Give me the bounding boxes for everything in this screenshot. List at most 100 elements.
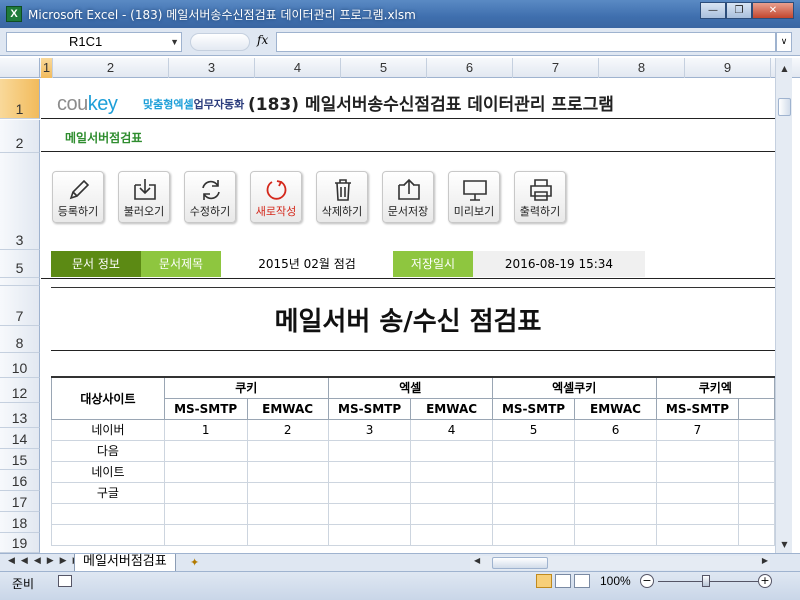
scroll-up-icon[interactable]: ▲ [776, 60, 793, 77]
value-cell[interactable] [246, 460, 329, 483]
formula-bar-splitter[interactable] [190, 33, 250, 51]
value-cell[interactable]: 4 [410, 418, 493, 441]
value-cell[interactable] [574, 502, 657, 525]
site-cell[interactable]: 네이버 [51, 418, 165, 441]
value-cell[interactable] [410, 439, 493, 462]
value-cell[interactable] [163, 481, 248, 504]
excel-app-icon[interactable]: X [6, 6, 22, 22]
value-cell[interactable] [574, 523, 657, 546]
value-cell-cut[interactable] [738, 481, 775, 504]
row-header[interactable]: 12 [0, 378, 40, 403]
value-cell[interactable] [574, 439, 657, 462]
formula-input[interactable] [276, 32, 776, 52]
value-cell[interactable] [163, 460, 248, 483]
row-header[interactable]: 6 [0, 278, 40, 286]
save-button[interactable]: 문서저장 [382, 171, 434, 223]
column-header[interactable]: 1 [41, 58, 53, 78]
value-cell[interactable] [163, 502, 248, 525]
page-break-view-icon[interactable] [574, 574, 590, 588]
value-cell[interactable] [574, 481, 657, 504]
insert-sheet-icon[interactable]: ✦ [190, 556, 208, 569]
zoom-out-icon[interactable]: − [640, 574, 654, 588]
row-header[interactable]: 18 [0, 512, 40, 533]
zoom-slider-thumb[interactable] [702, 575, 710, 587]
row-header[interactable]: 19 [0, 533, 40, 553]
vertical-scroll-thumb[interactable] [778, 98, 791, 116]
page-layout-view-icon[interactable] [555, 574, 571, 588]
column-header[interactable]: 9 [685, 58, 771, 78]
value-cell-cut[interactable] [738, 439, 775, 462]
scroll-right-icon[interactable]: ▶ [762, 556, 768, 565]
value-cell[interactable] [327, 460, 412, 483]
value-cell[interactable] [410, 481, 493, 504]
row-header[interactable]: 7 [0, 286, 40, 326]
value-cell[interactable] [327, 523, 412, 546]
value-cell[interactable] [246, 502, 329, 525]
site-cell[interactable]: 구글 [51, 481, 165, 504]
edit-button[interactable]: 수정하기 [184, 171, 236, 223]
value-cell[interactable] [410, 502, 493, 525]
value-cell-cut[interactable] [738, 523, 775, 546]
value-cell[interactable] [163, 523, 248, 546]
horizontal-scrollbar[interactable]: ◀ ▶ [470, 556, 770, 570]
row-header[interactable]: 2 [0, 120, 40, 153]
value-cell-cut[interactable] [738, 418, 775, 441]
value-cell-cut[interactable] [738, 502, 775, 525]
value-cell[interactable] [246, 439, 329, 462]
print-button[interactable]: 출력하기 [514, 171, 566, 223]
value-cell[interactable] [574, 460, 657, 483]
row-header[interactable]: 15 [0, 449, 40, 470]
preview-button[interactable]: 미리보기 [448, 171, 500, 223]
value-cell[interactable]: 5 [491, 418, 576, 441]
column-header[interactable]: 8 [599, 58, 685, 78]
value-cell[interactable] [491, 523, 576, 546]
value-cell[interactable] [410, 460, 493, 483]
value-cell[interactable] [491, 439, 576, 462]
column-header[interactable]: 5 [341, 58, 427, 78]
worksheet[interactable]: coukey 맞춤형엑셀업무자동화 (183) 메일서버송수신점검표 데이터관리… [41, 79, 775, 553]
row-header[interactable]: 3 [0, 153, 40, 250]
value-cell-cut[interactable] [738, 460, 775, 483]
value-cell[interactable] [410, 523, 493, 546]
value-cell[interactable] [491, 502, 576, 525]
value-cell[interactable] [327, 481, 412, 504]
vertical-scrollbar[interactable]: ▲ ▼ [775, 58, 792, 553]
value-cell[interactable] [163, 439, 248, 462]
load-button[interactable]: 불러오기 [118, 171, 170, 223]
row-header[interactable]: 8 [0, 326, 40, 353]
name-box[interactable]: R1C1 ▼ [6, 32, 182, 52]
scroll-left-icon[interactable]: ◀ [474, 556, 480, 565]
select-all-corner[interactable] [0, 58, 40, 78]
value-cell[interactable] [655, 502, 740, 525]
row-header[interactable]: 13 [0, 403, 40, 428]
value-cell[interactable] [655, 481, 740, 504]
row-header[interactable]: 1 [0, 79, 40, 119]
delete-button[interactable]: 삭제하기 [316, 171, 368, 223]
new-button[interactable]: 새로작성 [250, 171, 302, 223]
value-cell[interactable] [655, 439, 740, 462]
restore-button[interactable]: ❐ [726, 2, 752, 19]
value-cell[interactable] [491, 481, 576, 504]
value-cell[interactable]: 2 [246, 418, 329, 441]
row-header[interactable]: 17 [0, 491, 40, 512]
row-header[interactable]: 16 [0, 470, 40, 491]
macro-record-icon[interactable] [58, 575, 72, 587]
value-cell[interactable] [655, 460, 740, 483]
minimize-button[interactable]: — [700, 2, 726, 19]
row-header[interactable]: 14 [0, 428, 40, 449]
doc-title-value[interactable]: 2015년 02월 점검 [221, 251, 393, 277]
value-cell[interactable]: 1 [163, 418, 248, 441]
row-header[interactable]: 5 [0, 250, 40, 278]
value-cell[interactable]: 7 [655, 418, 740, 441]
expand-formula-bar-icon[interactable]: ∨ [776, 32, 792, 52]
sheet-tab-active[interactable]: 메일서버점검표 [74, 554, 176, 572]
value-cell[interactable] [327, 502, 412, 525]
chevron-down-icon[interactable]: ▼ [170, 33, 179, 51]
value-cell[interactable] [246, 481, 329, 504]
value-cell[interactable]: 6 [574, 418, 657, 441]
scroll-down-icon[interactable]: ▼ [776, 536, 793, 553]
saved-at-value[interactable]: 2016-08-19 15:34 [473, 251, 645, 277]
column-header[interactable]: 3 [169, 58, 255, 78]
zoom-in-icon[interactable]: + [758, 574, 772, 588]
value-cell[interactable]: 3 [327, 418, 412, 441]
